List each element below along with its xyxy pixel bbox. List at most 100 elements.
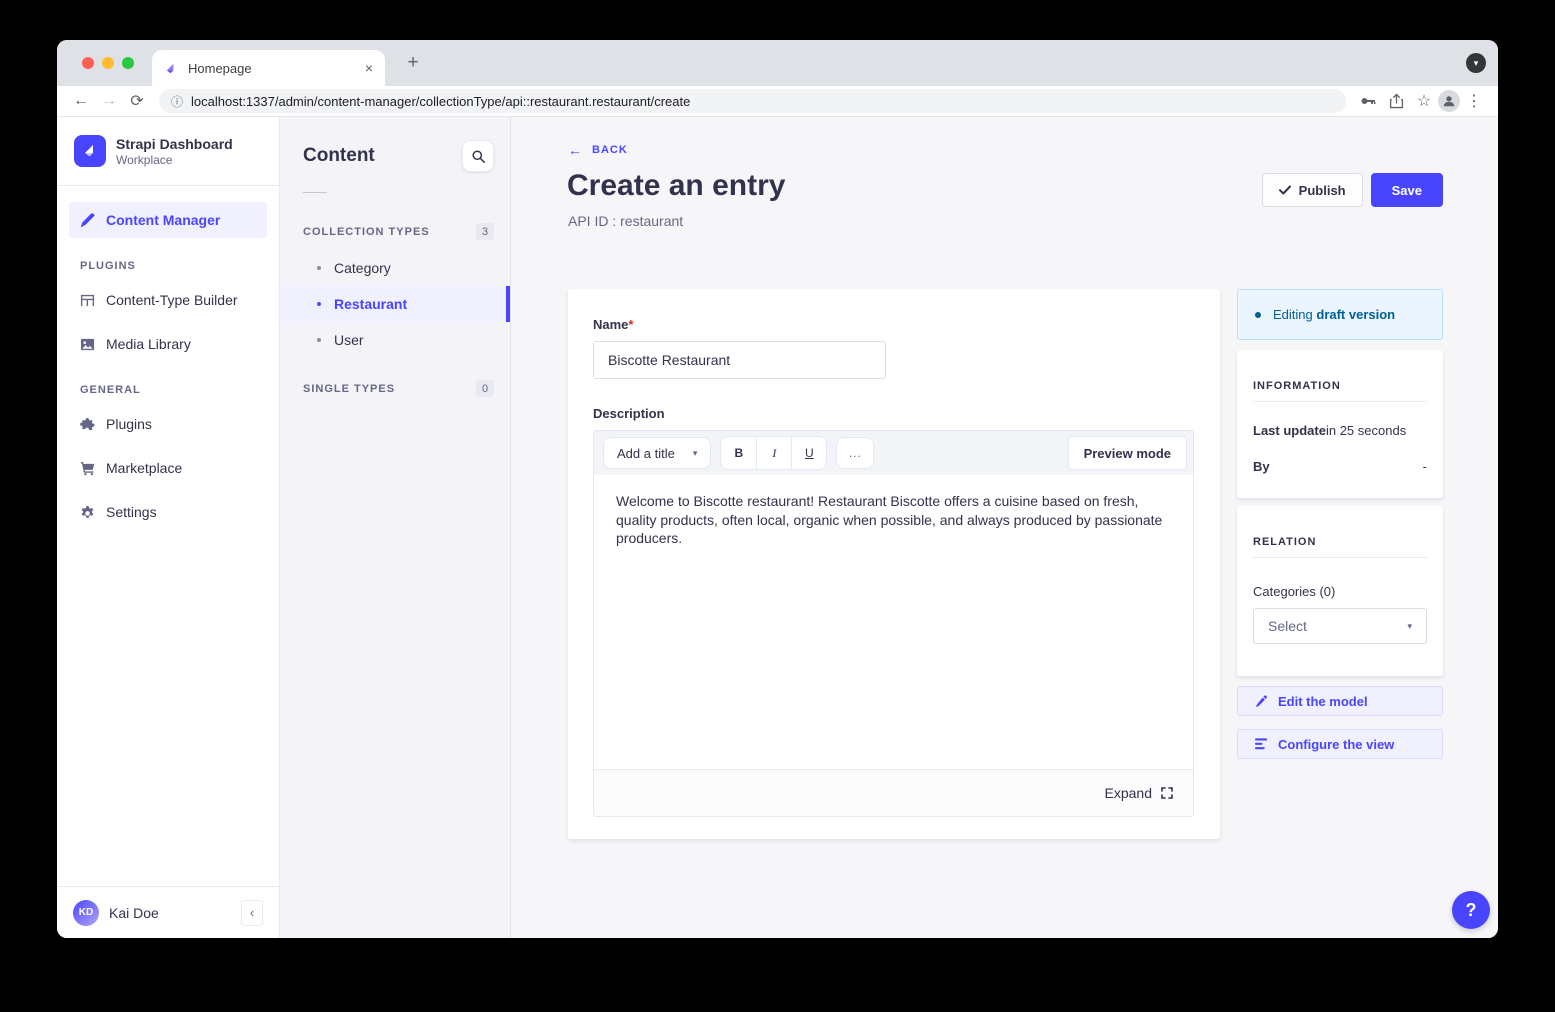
browser-menu-icon[interactable]: ⋮ xyxy=(1460,87,1488,115)
collection-type-restaurant[interactable]: Restaurant xyxy=(280,286,510,322)
publish-button[interactable]: Publish xyxy=(1262,173,1363,207)
sidebar-item-content-type-builder[interactable]: Content-Type Builder xyxy=(69,282,267,318)
gear-icon xyxy=(80,505,95,520)
sidebar-item-label: Marketplace xyxy=(106,460,182,476)
sidebar-item-content-manager[interactable]: Content Manager xyxy=(69,202,267,238)
back-icon[interactable]: ← xyxy=(67,87,95,115)
edit-model-label: Edit the model xyxy=(1278,694,1368,709)
name-input[interactable] xyxy=(593,341,886,379)
sidebar-item-label: Settings xyxy=(106,504,157,520)
bullet-icon xyxy=(317,338,321,342)
media-image-icon xyxy=(80,337,95,352)
back-arrow-icon: ← xyxy=(568,142,583,158)
new-tab-button[interactable]: + xyxy=(399,49,427,77)
collection-types-header: COLLECTION TYPES xyxy=(303,226,430,238)
title-style-label: Add a title xyxy=(617,446,675,461)
by-row: By - xyxy=(1253,459,1427,474)
collection-type-label: Restaurant xyxy=(334,296,407,312)
edit-model-button[interactable]: Edit the model xyxy=(1237,686,1443,716)
header-actions: Publish Save xyxy=(1262,173,1443,207)
single-types-count: 0 xyxy=(476,380,494,397)
single-types-header: SINGLE TYPES xyxy=(303,383,395,395)
relation-card: RELATION Categories (0) Select ▾ xyxy=(1237,506,1443,676)
brand-block[interactable]: Strapi Dashboard Workplace xyxy=(57,117,279,186)
maximize-window-button[interactable] xyxy=(122,57,134,69)
preview-mode-button[interactable]: Preview mode xyxy=(1068,436,1187,470)
configure-view-button[interactable]: Configure the view xyxy=(1237,729,1443,759)
collection-types-list: Category Restaurant User xyxy=(280,250,510,358)
strapi-logo-icon xyxy=(74,135,106,167)
sidebar-item-marketplace[interactable]: Marketplace xyxy=(69,450,267,486)
share-icon[interactable] xyxy=(1382,87,1410,115)
information-card: INFORMATION Last update in 25 seconds By… xyxy=(1237,350,1443,498)
collection-type-category[interactable]: Category xyxy=(280,250,510,286)
chevron-down-icon: ▾ xyxy=(1407,621,1412,632)
layout-grid-icon xyxy=(80,293,95,308)
save-button[interactable]: Save xyxy=(1371,173,1443,207)
required-asterisk: * xyxy=(628,317,633,332)
back-link[interactable]: ← BACK xyxy=(568,142,628,158)
sidebar-section-header: PLUGINS xyxy=(80,260,256,272)
browser-tab[interactable]: Homepage × xyxy=(152,50,385,86)
sidebar-item-label: Content-Type Builder xyxy=(106,292,238,308)
site-info-icon[interactable]: ⓘ xyxy=(171,93,183,110)
sidebar-collapse-button[interactable]: ‹ xyxy=(241,900,263,926)
configure-lines-icon xyxy=(1255,738,1268,750)
user-name: Kai Doe xyxy=(109,905,231,921)
editor-content-area[interactable]: Welcome to Biscotte restaurant! Restaura… xyxy=(594,475,1193,769)
search-icon xyxy=(472,150,485,163)
tab-close-icon[interactable]: × xyxy=(365,60,373,76)
bullet-icon xyxy=(317,302,321,306)
main-sidebar: Strapi Dashboard Workplace Content Manag… xyxy=(57,117,280,938)
sidebar-item-label: Content Manager xyxy=(106,212,220,228)
brand-subtitle: Workplace xyxy=(116,153,233,167)
minimize-window-button[interactable] xyxy=(102,57,114,69)
sidebar-item-media-library[interactable]: Media Library xyxy=(69,326,267,362)
page-title: Create an entry xyxy=(567,169,785,203)
information-header: INFORMATION xyxy=(1253,380,1427,392)
entry-form-card: Name* Description Add a title ▾ B I xyxy=(568,289,1220,839)
browser-navbar: ← → ⟳ ⓘ localhost:1337/admin/content-man… xyxy=(57,86,1498,117)
collection-type-user[interactable]: User xyxy=(280,322,510,358)
reload-icon[interactable]: ⟳ xyxy=(123,87,151,115)
user-avatar[interactable]: KD xyxy=(73,900,99,926)
bullet-icon xyxy=(317,266,321,270)
editor-expand-button[interactable]: Expand xyxy=(594,769,1193,816)
check-icon xyxy=(1279,185,1291,195)
sidebar-item-plugins[interactable]: Plugins xyxy=(69,406,267,442)
sidebar-nav: Content Manager PLUGINS Content-Type Bui… xyxy=(57,186,279,538)
underline-button[interactable]: U xyxy=(791,437,826,469)
entry-aside: Editing draft version INFORMATION Last u… xyxy=(1237,289,1443,839)
collection-types-count: 3 xyxy=(476,223,494,240)
draft-status-banner: Editing draft version xyxy=(1237,289,1443,340)
close-window-button[interactable] xyxy=(82,57,94,69)
relation-header: RELATION xyxy=(1253,536,1427,548)
more-formats-button[interactable]: ... xyxy=(836,437,874,469)
subnav-divider xyxy=(303,192,327,193)
back-label: BACK xyxy=(592,144,628,156)
search-button[interactable] xyxy=(462,140,494,172)
window-controls xyxy=(82,57,134,69)
publish-label: Publish xyxy=(1299,183,1346,198)
favicon-strapi-icon xyxy=(164,61,179,76)
help-button[interactable]: ? xyxy=(1452,891,1490,929)
categories-field-label: Categories (0) xyxy=(1253,584,1427,599)
bookmark-star-icon[interactable]: ☆ xyxy=(1410,87,1438,115)
tab-title: Homepage xyxy=(188,61,356,76)
password-key-icon[interactable] xyxy=(1354,87,1382,115)
categories-select[interactable]: Select ▾ xyxy=(1253,608,1427,644)
italic-button[interactable]: I xyxy=(756,437,791,469)
divider xyxy=(1253,401,1427,402)
forward-icon[interactable]: → xyxy=(95,87,123,115)
browser-profile-avatar[interactable] xyxy=(1438,90,1460,112)
bold-button[interactable]: B xyxy=(721,437,756,469)
status-dot-icon xyxy=(1255,312,1261,318)
url-bar[interactable]: ⓘ localhost:1337/admin/content-manager/c… xyxy=(159,89,1346,113)
sidebar-item-settings[interactable]: Settings xyxy=(69,494,267,530)
expand-icon xyxy=(1161,787,1173,799)
draft-status-text: Editing draft version xyxy=(1273,307,1395,322)
main-content: ← BACK Create an entry API ID : restaura… xyxy=(511,117,1498,938)
browser-update-icon[interactable]: ▾ xyxy=(1466,53,1486,73)
title-style-select[interactable]: Add a title ▾ xyxy=(603,437,711,469)
collection-type-label: User xyxy=(334,332,364,348)
